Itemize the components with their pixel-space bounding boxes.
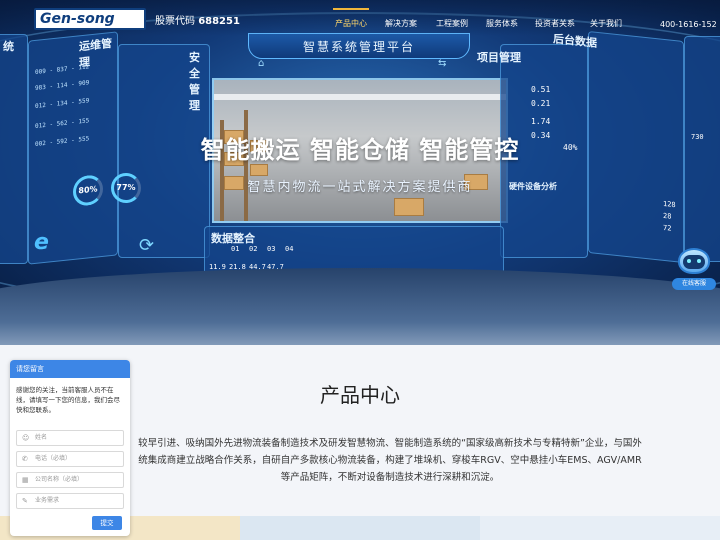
- name-placeholder: 姓名: [35, 434, 48, 441]
- ops-number: 009 - 837 - 112: [35, 63, 90, 76]
- metric-value: 1.74: [531, 117, 551, 126]
- panel-title: 统: [3, 40, 14, 53]
- phone-placeholder: 电话（必填）: [35, 455, 72, 462]
- name-field[interactable]: ☺ 姓名: [16, 430, 124, 446]
- home-icon: ⌂: [258, 58, 265, 69]
- metric-value: 0.51: [531, 85, 551, 94]
- hero-headline: 智能搬运 智能仓储 智能管控: [200, 136, 520, 164]
- ops-number: 012 - 134 - 559: [35, 97, 90, 110]
- nav-solutions[interactable]: 解决方案: [385, 18, 417, 32]
- company-field[interactable]: ▦ 公司名称（必填）: [16, 472, 124, 488]
- requirement-placeholder: 业务需求: [35, 497, 60, 504]
- logo[interactable]: Gen-song: [34, 8, 146, 30]
- hero-banner: 统 运维管理 009 - 837 - 112 983 - 114 - 909 0…: [0, 0, 720, 345]
- requirement-field[interactable]: ✎ 业务需求: [16, 493, 124, 509]
- online-service-button[interactable]: 在线客服: [672, 246, 716, 294]
- stock-number: 688251: [198, 16, 240, 27]
- data-block: 04: [285, 245, 294, 253]
- company-placeholder: 公司名称（必填）: [35, 476, 84, 483]
- description-line: 等产品矩阵，不断对设备制造技术进行深耕和沉淀。: [280, 472, 500, 483]
- metric-value: 128: [663, 199, 676, 210]
- nav-product-center[interactable]: 产品中心: [333, 8, 369, 32]
- metric-value: 28: [663, 211, 672, 221]
- product-card-strip: [240, 516, 480, 540]
- ie-icon: e: [34, 230, 49, 255]
- description-line: 较早引进、吸纳国外先进物流装备制造技术及研发智慧物流、智能制造系统的“国家级高新…: [138, 438, 642, 449]
- panel-title: 数据整合: [211, 232, 255, 245]
- panel-title: 项目管理: [477, 51, 521, 64]
- floor: [0, 268, 720, 345]
- stock-code: 股票代码 688251: [155, 12, 240, 27]
- ops-number: 983 - 114 - 909: [35, 79, 90, 92]
- hotline-phone[interactable]: 400-1616-152: [660, 20, 717, 29]
- widget-title: 请您留言: [10, 360, 130, 378]
- widget-message: 感谢您的关注，当前客服人员不在线，请填写一下您的信息，我们会尽快和您联系。: [16, 386, 120, 414]
- edit-icon: ✎: [22, 497, 28, 505]
- nav-about[interactable]: 关于我们: [590, 18, 622, 32]
- ops-number: 012 - 562 - 155: [35, 117, 90, 130]
- nav-service[interactable]: 服务体系: [486, 18, 518, 32]
- phone-icon: ✆: [22, 455, 28, 463]
- arrows-icon: ⇆: [438, 58, 447, 69]
- submit-button[interactable]: 提交: [92, 516, 122, 530]
- data-block: 01: [231, 245, 240, 253]
- section-description: 较早引进、吸纳国外先进物流装备制造技术及研发智慧物流、智能制造系统的“国家级高新…: [110, 435, 670, 486]
- refresh-icon: ⟳: [139, 235, 155, 256]
- product-card-strip: [480, 516, 720, 540]
- logo-text: Gen-song: [40, 11, 115, 27]
- hero-subtitle: 智慧内物流一站式解决方案提供商: [247, 180, 473, 195]
- building-icon: ▦: [22, 476, 29, 484]
- page: 统 运维管理 009 - 837 - 112 983 - 114 - 909 0…: [0, 0, 720, 540]
- online-service-label: 在线客服: [672, 278, 716, 290]
- data-block: 03: [267, 245, 276, 253]
- nav-cases[interactable]: 工程案例: [436, 18, 468, 32]
- phone-field[interactable]: ✆ 电话（必填）: [16, 451, 124, 467]
- stock-label: 股票代码: [155, 16, 195, 27]
- panel-title: 安全管理: [189, 51, 200, 112]
- leave-message-widget: 请您留言 感谢您的关注，当前客服人员不在线，请填写一下您的信息，我们会尽快和您联…: [10, 360, 130, 536]
- site-header: Gen-song 股票代码 688251 产品中心 解决方案 工程案例 服务体系…: [0, 0, 720, 36]
- center-title: 智慧系统管理平台: [302, 40, 415, 54]
- user-icon: ☺: [22, 434, 30, 442]
- data-block: 02: [249, 245, 258, 253]
- description-line: 统集成商建立战略合作关系，自研自产多款核心物流装备，构建了堆垛机、穿梭车RGV、…: [138, 455, 642, 466]
- metric-value: 72: [663, 223, 672, 233]
- metric-value: 0.21: [531, 99, 551, 108]
- nav-investors[interactable]: 投资者关系: [535, 18, 575, 32]
